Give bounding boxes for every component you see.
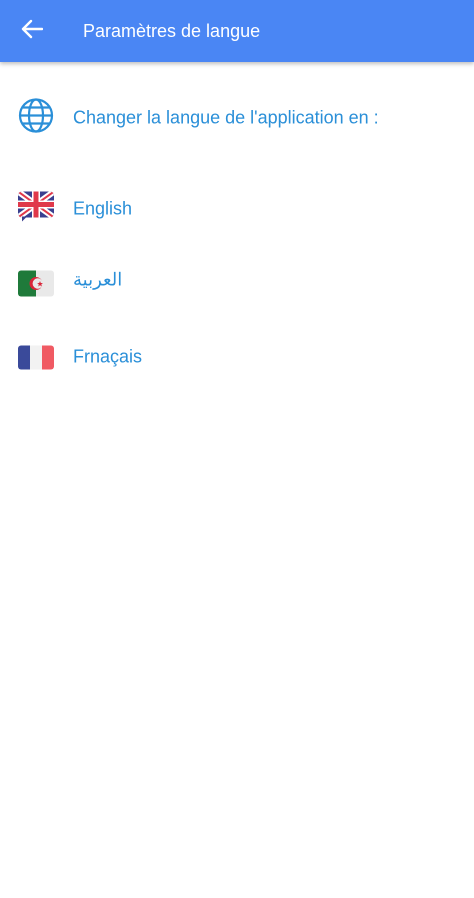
arrow-back-icon [21, 19, 44, 44]
language-label: العربية [73, 269, 123, 290]
language-option-english[interactable]: English [0, 187, 474, 231]
back-button[interactable] [14, 13, 50, 49]
section-heading: Changer la langue de l'application en : [73, 107, 379, 128]
language-option-french[interactable]: Frnaçais [0, 335, 474, 379]
algeria-flag-icon [18, 270, 54, 302]
language-section-header: Changer la langue de l'application en : [0, 96, 474, 140]
france-flag-icon [18, 345, 54, 375]
uk-flag-icon [18, 191, 54, 227]
language-option-arabic[interactable]: العربية [0, 259, 474, 303]
language-label: Frnaçais [73, 346, 143, 367]
app-bar: Paramètres de langue [0, 0, 474, 62]
globe-icon [18, 98, 54, 139]
page-title: Paramètres de langue [83, 21, 261, 41]
language-label: English [73, 198, 133, 219]
